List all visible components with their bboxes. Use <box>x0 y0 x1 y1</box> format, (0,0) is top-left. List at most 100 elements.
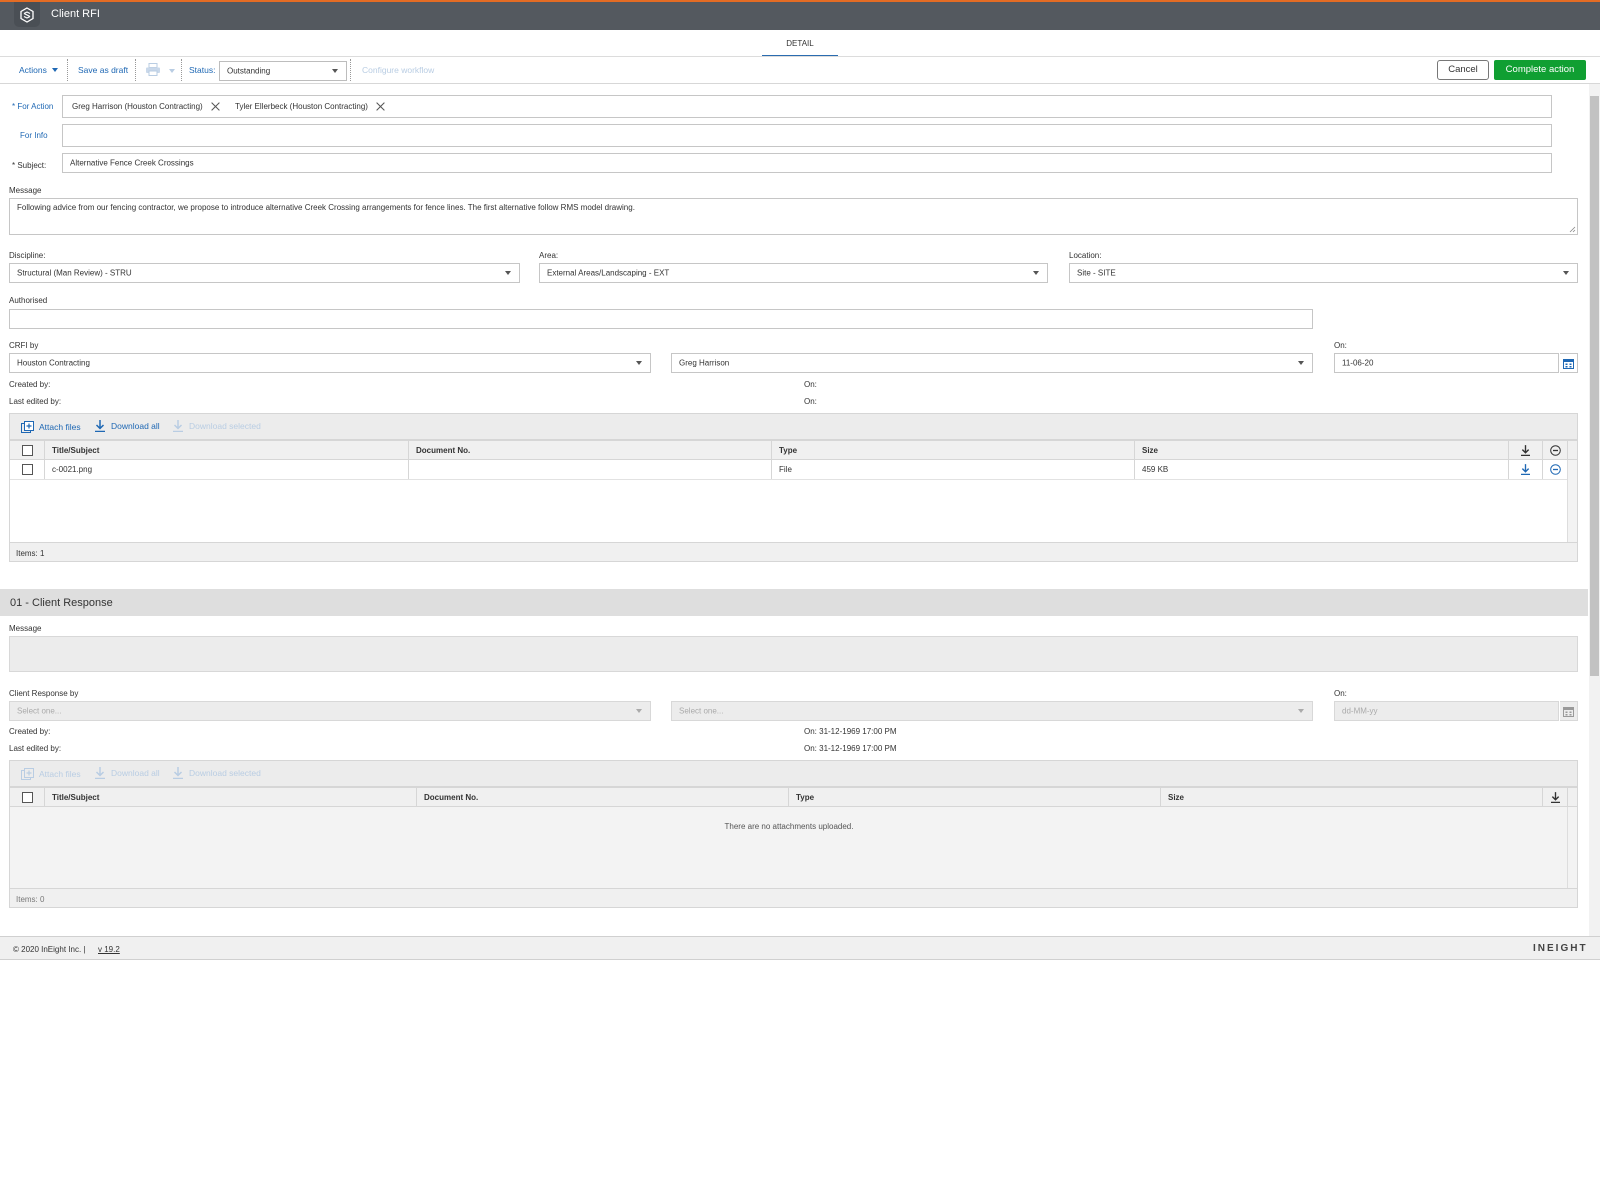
select-all-checkbox[interactable] <box>21 791 33 803</box>
authorised-label: Authorised <box>9 296 48 305</box>
page-scrollbar-thumb[interactable] <box>1590 96 1599 676</box>
download-icon <box>1550 791 1560 803</box>
calendar-icon[interactable] <box>1560 353 1578 373</box>
column-document-no[interactable]: Document No. <box>409 441 772 459</box>
column-type[interactable]: Type <box>789 788 1161 806</box>
response-attach-files-button[interactable]: Attach files <box>21 768 81 780</box>
attach-files-icon <box>21 421 34 433</box>
area-select[interactable]: External Areas/Landscaping - EXT <box>539 263 1048 283</box>
recipient-chip: Greg Harrison (Houston Contracting) <box>72 102 220 111</box>
response-attachments-toolbar: Attach files Download all Download selec… <box>9 760 1578 787</box>
remove-column[interactable] <box>1543 441 1568 459</box>
column-type[interactable]: Type <box>772 441 1135 459</box>
location-label: Location: <box>1069 251 1102 260</box>
created-by-label: Created by: <box>9 380 51 389</box>
download-icon[interactable] <box>1521 464 1530 475</box>
row-download-cell <box>1509 460 1543 479</box>
response-download-all-button[interactable]: Download all <box>95 767 160 779</box>
status-select[interactable]: Outstanding <box>219 61 347 81</box>
chevron-down-icon <box>1563 271 1569 275</box>
attach-files-icon <box>21 768 34 780</box>
crfi-by-label: CRFI by <box>9 341 39 350</box>
download-all-button[interactable]: Download all <box>95 420 160 432</box>
download-icon <box>173 767 183 779</box>
print-icon[interactable] <box>145 63 161 76</box>
response-attachments-table-body: There are no attachments uploaded. <box>9 807 1578 888</box>
download-column[interactable] <box>1543 788 1568 806</box>
response-created-by-label: Created by: <box>9 727 51 736</box>
table-row[interactable]: c-0021.png File 459 KB <box>10 460 1568 480</box>
table-scrollbar[interactable] <box>1567 807 1577 888</box>
toolbar-separator <box>350 59 351 81</box>
for-action-label[interactable]: * For Action <box>12 102 53 111</box>
remove-icon[interactable] <box>1550 464 1561 475</box>
recipient-name: Greg Harrison (Houston Contracting) <box>72 102 203 111</box>
save-draft-button[interactable]: Save as draft <box>78 65 128 75</box>
authorised-input[interactable] <box>9 309 1313 329</box>
empty-attachments-message: There are no attachments uploaded. <box>724 822 854 831</box>
location-select[interactable]: Site - SITE <box>1069 263 1578 283</box>
chevron-down-icon <box>636 361 642 365</box>
remove-recipient-icon[interactable] <box>376 102 385 111</box>
configure-workflow-link[interactable]: Configure workflow <box>362 65 434 75</box>
cancel-button[interactable]: Cancel <box>1437 60 1489 80</box>
section-title: 01 - Client Response <box>10 597 113 609</box>
download-selected-button[interactable]: Download selected <box>173 420 261 432</box>
crfi-company-select[interactable]: Houston Contracting <box>9 353 651 373</box>
actions-menu[interactable]: Actions <box>19 65 58 75</box>
subject-input[interactable]: Alternative Fence Creek Crossings <box>62 153 1552 173</box>
actions-label: Actions <box>19 65 47 75</box>
response-date-input[interactable]: dd-MM-yy <box>1334 701 1559 721</box>
row-title[interactable]: c-0021.png <box>45 460 409 479</box>
message-label: Message <box>9 186 42 195</box>
response-attachments-table-header: Title/Subject Document No. Type Size <box>9 787 1578 807</box>
column-size[interactable]: Size <box>1161 788 1543 806</box>
for-action-field[interactable]: Greg Harrison (Houston Contracting) Tyle… <box>62 95 1552 118</box>
attachments-table-body: c-0021.png File 459 KB <box>9 460 1578 542</box>
download-column[interactable] <box>1509 441 1543 459</box>
crfi-date-value: 11-06-20 <box>1342 358 1374 368</box>
response-download-selected-button[interactable]: Download selected <box>173 767 261 779</box>
complete-action-button[interactable]: Complete action <box>1494 60 1586 80</box>
app-logo-icon[interactable] <box>14 2 40 27</box>
row-checkbox[interactable] <box>21 464 33 475</box>
for-info-field[interactable] <box>62 124 1552 147</box>
chevron-down-icon <box>636 709 642 713</box>
remove-recipient-icon[interactable] <box>211 102 220 111</box>
column-title[interactable]: Title/Subject <box>45 788 417 806</box>
brand-logo: INEIGHT <box>1533 943 1588 954</box>
column-document-no[interactable]: Document No. <box>417 788 789 806</box>
column-size[interactable]: Size <box>1135 441 1509 459</box>
table-scrollbar[interactable] <box>1567 460 1577 542</box>
response-company-select[interactable]: Select one... <box>9 701 651 721</box>
column-title[interactable]: Title/Subject <box>45 441 409 459</box>
version-link[interactable]: v 19.2 <box>98 945 120 954</box>
response-message-textarea[interactable] <box>9 636 1578 672</box>
copyright-text: © 2020 InEight Inc. | <box>13 945 86 954</box>
tab-divider <box>0 56 1600 57</box>
for-info-label[interactable]: For Info <box>20 131 48 140</box>
response-download-all-label: Download all <box>111 768 160 778</box>
recipient-chip: Tyler Ellerbeck (Houston Contracting) <box>235 102 385 111</box>
tab-detail[interactable]: DETAIL <box>762 31 838 57</box>
response-date-placeholder: dd-MM-yy <box>1342 706 1378 716</box>
crfi-person-select[interactable]: Greg Harrison <box>671 353 1313 373</box>
print-dropdown-icon[interactable] <box>169 69 175 73</box>
message-textarea[interactable]: Following advice from our fencing contra… <box>9 198 1578 235</box>
discipline-select[interactable]: Structural (Man Review) - STRU <box>9 263 520 283</box>
attach-files-button[interactable]: Attach files <box>21 421 81 433</box>
response-on-label: On: <box>1334 689 1347 698</box>
response-attachments-footer: Items: 0 <box>9 888 1578 908</box>
resize-handle-icon[interactable] <box>1569 226 1576 233</box>
subject-label: * Subject: <box>12 161 47 170</box>
crfi-date-input[interactable]: 11-06-20 <box>1334 353 1559 373</box>
download-icon <box>1521 444 1530 456</box>
calendar-icon[interactable] <box>1560 701 1578 721</box>
crfi-person-value: Greg Harrison <box>679 358 730 368</box>
response-last-edited-by-label: Last edited by: <box>9 744 62 753</box>
download-icon <box>95 767 105 779</box>
response-person-select[interactable]: Select one... <box>671 701 1313 721</box>
discipline-value: Structural (Man Review) - STRU <box>17 268 132 278</box>
select-all-checkbox[interactable] <box>21 444 33 456</box>
select-all-cell <box>10 441 45 459</box>
